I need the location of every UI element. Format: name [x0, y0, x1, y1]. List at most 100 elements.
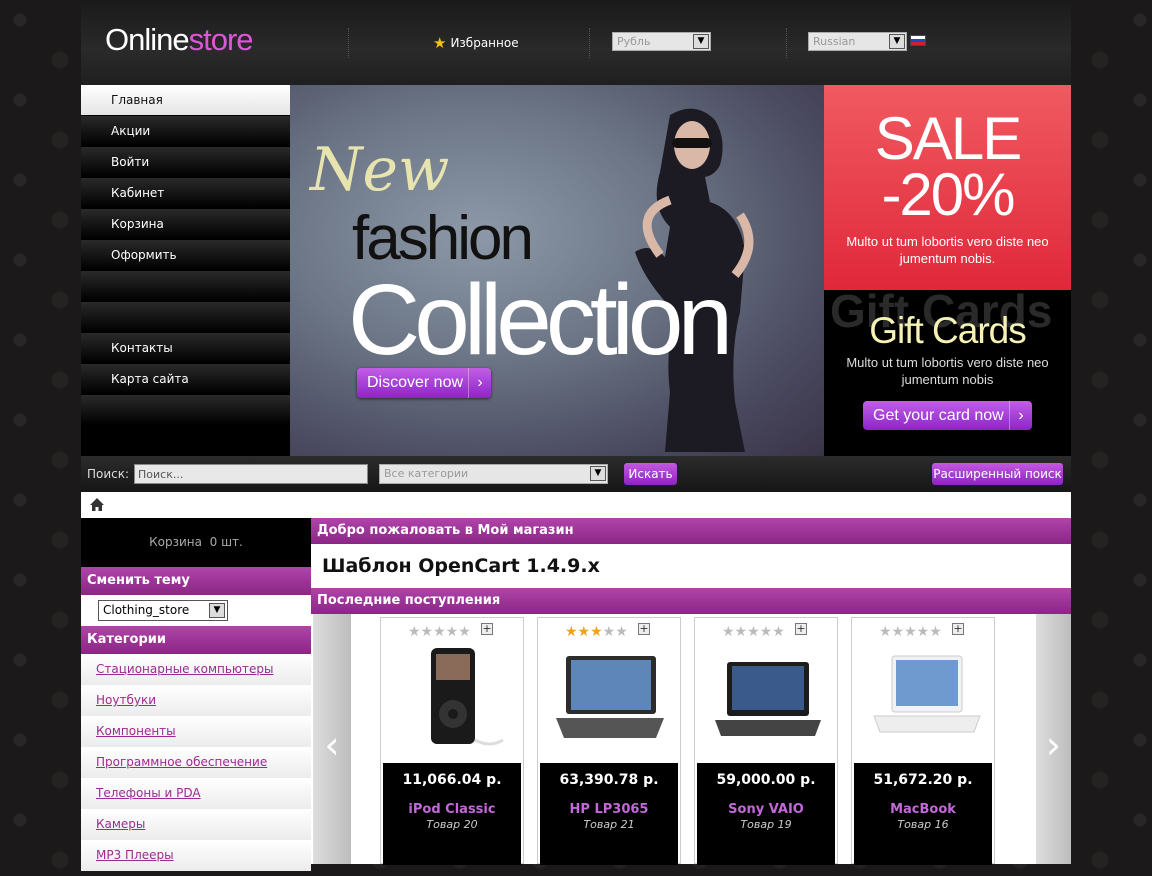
welcome-heading: Добро пожаловать в Мой магазин — [311, 518, 1071, 544]
rating-stars: ★★★★★ — [722, 624, 785, 640]
product-card[interactable]: ★★★★★ + 63,390.78 р. HP LP3065 Товар 21 — [537, 617, 681, 865]
gift-cards-text: Multo ut tum lobortis vero diste neo jum… — [846, 355, 1049, 387]
logo[interactable]: Onlinestore — [105, 22, 254, 58]
chevron-right-icon: › — [1009, 401, 1032, 430]
star-icon: ★ — [433, 34, 447, 52]
category-link[interactable]: Программное обеспечение — [81, 747, 311, 778]
menu-item-home[interactable]: Главная — [81, 85, 290, 115]
category-link[interactable]: Компоненты — [81, 716, 311, 747]
menu-item-account[interactable]: Кабинет — [81, 178, 290, 208]
prev-arrow-icon[interactable]: ‹ — [313, 614, 351, 864]
search-button[interactable]: Искать — [624, 463, 677, 485]
product-card[interactable]: ★★★★★ + 11,066.04 р. iPod Classic Товар … — [380, 617, 524, 865]
next-arrow-icon[interactable]: › — [1036, 614, 1071, 864]
discover-now-label: Discover now — [367, 374, 464, 391]
advanced-search-button[interactable]: Расширенный поиск — [932, 463, 1063, 485]
favorites-label: Избранное — [450, 36, 519, 50]
menu-item-empty — [81, 302, 290, 332]
rating-stars: ★★★★★ — [565, 624, 628, 640]
menu-item-sitemap[interactable]: Карта сайта — [81, 364, 290, 394]
welcome-text: Шаблон OpenCart 1.4.9.x — [322, 555, 600, 577]
banner-collection-text: Collection — [348, 264, 733, 376]
product-price: 59,000.00 р. — [716, 772, 816, 788]
discover-now-button[interactable]: Discover now › — [357, 368, 491, 398]
logo-store: store — [188, 22, 254, 57]
banner-new-text: New — [310, 135, 450, 205]
category-link[interactable]: Камеры — [81, 809, 311, 840]
search-input[interactable]: Поиск... — [134, 464, 368, 484]
theme-select[interactable]: Clothing_store ▼ — [98, 600, 228, 621]
sale-percent: -20% — [881, 161, 1015, 228]
product-price: 63,390.78 р. — [559, 772, 659, 788]
main-content: Добро пожаловать в Мой магазин Шаблон Op… — [311, 518, 1071, 865]
search-label: Поиск: — [87, 467, 130, 481]
product-info: 59,000.00 р. Sony VAIO Товар 19 — [697, 763, 835, 865]
language-select[interactable]: Russian ▼ — [808, 32, 907, 51]
cart-label: Корзина — [149, 535, 202, 549]
product-name[interactable]: iPod Classic — [383, 802, 521, 817]
currency-select[interactable]: Рубль ▼ — [612, 32, 711, 51]
product-carousel: ‹ › ★★★★★ + 11,066.04 р. iPod Classic То… — [311, 614, 1071, 865]
add-compare-icon[interactable]: + — [795, 623, 807, 635]
categories-heading: Категории — [81, 626, 311, 654]
get-card-button[interactable]: Get your card now › — [863, 401, 1032, 430]
product-model: Товар 16 — [897, 818, 949, 831]
macbook-image — [873, 655, 981, 733]
favorites-link[interactable]: ★ Избранное — [433, 34, 519, 52]
logo-online: Online — [105, 22, 190, 57]
divider — [348, 28, 349, 58]
product-card[interactable]: ★★★★★ + 59,000.00 р. Sony VAIO Товар 19 — [694, 617, 838, 865]
chevron-down-icon: ▼ — [590, 466, 606, 481]
product-price: 51,672.20 р. — [873, 772, 973, 788]
cart-count: 0 шт. — [209, 535, 243, 549]
category-link[interactable]: MP3 Плееры — [81, 840, 311, 871]
chevron-down-icon: ▼ — [209, 603, 225, 618]
category-link[interactable]: Стационарные компьютеры — [81, 654, 311, 685]
product-info: 11,066.04 р. iPod Classic Товар 20 — [383, 763, 521, 865]
sale-text: Multo ut tum lobortis vero diste neo jum… — [846, 234, 1049, 266]
latest-heading: Последние поступления — [311, 588, 1071, 614]
sale-promo[interactable]: SALE -20% Multo ut tum lobortis vero dis… — [824, 85, 1071, 290]
page: Onlinestore ★ Избранное Рубль ▼ Russian … — [81, 0, 1071, 871]
main-menu: Главная Акции Войти Кабинет Корзина Офор… — [81, 85, 290, 456]
laptop-image — [715, 662, 821, 736]
product-card[interactable]: ★★★★★ + 51,672.20 р. MacBook Товар 16 — [851, 617, 995, 865]
product-model: Товар 19 — [740, 818, 792, 831]
cart-summary[interactable]: Корзина 0 шт. — [81, 518, 311, 567]
category-link[interactable]: Телефоны и PDA — [81, 778, 311, 809]
currency-value: Рубль — [617, 35, 651, 48]
sale-title: SALE — [874, 105, 1022, 172]
ipod-image — [431, 648, 504, 746]
chevron-down-icon: ▼ — [693, 34, 709, 49]
menu-item-contacts[interactable]: Контакты — [81, 333, 290, 363]
menu-item-empty — [81, 395, 290, 425]
add-compare-icon[interactable]: + — [481, 623, 493, 635]
gift-cards-promo: Gift Cards Gift Cards Multo ut tum lobor… — [824, 290, 1071, 456]
sidebar: Корзина 0 шт. Сменить тему Clothing_stor… — [81, 518, 311, 871]
menu-item-checkout[interactable]: Оформить — [81, 240, 290, 270]
product-model: Товар 21 — [583, 818, 635, 831]
menu-item-cart[interactable]: Корзина — [81, 209, 290, 239]
chevron-down-icon: ▼ — [889, 34, 905, 49]
chevron-right-icon: › — [468, 368, 491, 398]
category-value: Все категории — [384, 467, 469, 480]
category-select[interactable]: Все категории ▼ — [379, 464, 608, 484]
home-icon[interactable] — [89, 497, 105, 512]
category-link[interactable]: Ноутбуки — [81, 685, 311, 716]
header: Onlinestore ★ Избранное Рубль ▼ Russian … — [81, 0, 1071, 85]
theme-value: Clothing_store — [103, 603, 190, 617]
laptop-image — [556, 656, 664, 738]
product-name[interactable]: Sony VAIO — [697, 802, 835, 817]
hero-banner[interactable]: New fashion Collection Discover now › — [290, 85, 824, 456]
menu-item-login[interactable]: Войти — [81, 147, 290, 177]
russian-flag-icon[interactable] — [910, 35, 926, 46]
product-name[interactable]: MacBook — [854, 802, 992, 817]
add-compare-icon[interactable]: + — [952, 623, 964, 635]
menu-item-empty — [81, 271, 290, 301]
rating-stars: ★★★★★ — [879, 624, 942, 640]
menu-item-specials[interactable]: Акции — [81, 116, 290, 146]
divider — [786, 28, 787, 58]
product-name[interactable]: HP LP3065 — [540, 802, 678, 817]
product-info: 51,672.20 р. MacBook Товар 16 — [854, 763, 992, 865]
add-compare-icon[interactable]: + — [638, 623, 650, 635]
